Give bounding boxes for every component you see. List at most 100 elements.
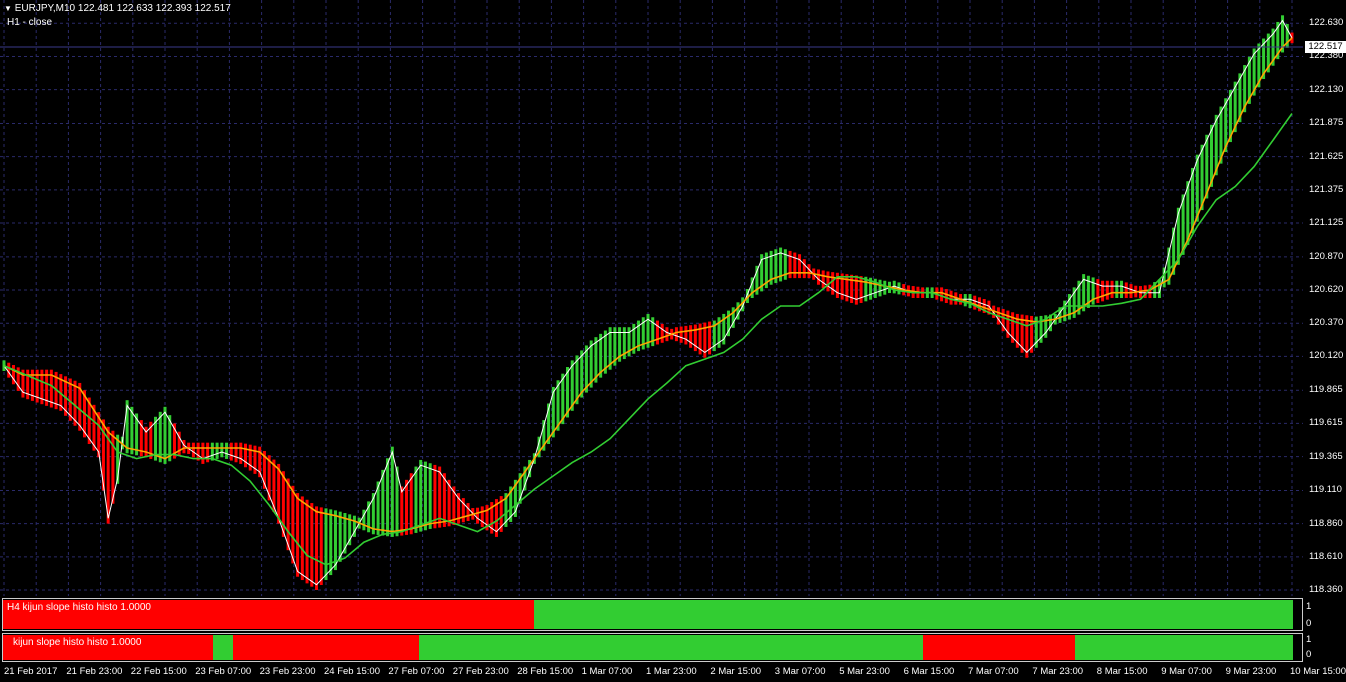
bear-bar [973, 295, 977, 310]
bear-bar [239, 442, 243, 464]
bear-bar [798, 254, 802, 279]
bear-bar [300, 496, 304, 581]
time-label: 23 Feb 07:00 [195, 666, 252, 677]
bull-bar [423, 461, 427, 531]
bear-bar [674, 327, 678, 342]
bull-bar [1120, 280, 1124, 299]
time-label: 23 Feb 23:00 [259, 666, 316, 677]
price-label: 121.375 [1309, 183, 1344, 195]
bull-bar [381, 469, 385, 536]
price-label: 121.625 [1309, 150, 1344, 162]
bear-bar [944, 289, 948, 303]
bear-bar [1124, 282, 1128, 299]
price-label: 120.370 [1309, 317, 1344, 329]
sub2-scale-bottom: 0 [1306, 649, 1312, 660]
triangle-down-icon[interactable]: ▼ [4, 4, 12, 13]
bull-bar [414, 466, 418, 533]
time-label: 10 Mar 15:00 [1290, 666, 1346, 677]
bear-bar [821, 270, 825, 289]
price-label: 122.630 [1309, 17, 1344, 29]
h4-kijun-histo-label: H4 kijun slope histo histo 1.0000 [7, 602, 151, 613]
bear-bar [405, 479, 408, 535]
bull-bar [1195, 154, 1199, 222]
bear-bar [315, 506, 319, 590]
bull-bar [968, 294, 972, 308]
bull-bar [329, 509, 333, 576]
symbol-info: EURJPY,M10 122.481 122.633 122.393 122.5… [14, 3, 231, 14]
price-chart-canvas[interactable] [0, 0, 1303, 596]
bull-bar [386, 458, 390, 537]
bull-bar [878, 279, 882, 297]
bear-bar [826, 271, 830, 292]
sub1-scale-top: 1 [1306, 601, 1312, 612]
current-price-badge: 122.517 [1305, 41, 1346, 53]
time-label: 3 Mar 07:00 [774, 666, 826, 677]
sub1-scale-bottom: 0 [1306, 618, 1312, 629]
time-label: 24 Feb 15:00 [324, 666, 380, 677]
price-label: 118.860 [1309, 517, 1343, 529]
bear-bar [1110, 280, 1114, 299]
bear-bar [466, 503, 470, 521]
bull-bar [428, 463, 432, 529]
price-label: 118.610 [1309, 550, 1343, 562]
price-label: 122.130 [1309, 83, 1344, 95]
bear-bar [679, 326, 683, 343]
bull-segment [213, 635, 233, 660]
price-label: 119.110 [1309, 484, 1342, 496]
bull-segment [534, 600, 1293, 629]
time-label: 22 Feb 15:00 [130, 666, 187, 677]
h4-kijun-histo-panel[interactable]: H4 kijun slope histo histo 1.0000 [2, 598, 1303, 631]
bear-bar [859, 276, 863, 303]
bear-bar [850, 274, 854, 303]
bear-bar [1105, 280, 1109, 300]
kijun-histo-panel[interactable]: kijun slope histo histo 1.0000 [2, 633, 1303, 662]
bear-segment [922, 635, 1075, 660]
bear-bar [291, 485, 295, 564]
bear-bar [940, 287, 944, 302]
bear-bar [229, 442, 233, 461]
bull-bar [324, 508, 328, 581]
bear-bar [1129, 284, 1133, 299]
price-chart-panel[interactable]: ▼ EURJPY,M10 122.481 122.633 122.393 122… [0, 0, 1303, 596]
bear-bar [248, 444, 252, 471]
bear-bar [802, 259, 806, 279]
bear-bar [201, 442, 205, 464]
indicator-title: H1 - close [7, 17, 53, 28]
bull-bar [225, 442, 229, 459]
bear-bar [831, 272, 835, 295]
symbol-header[interactable]: ▼ EURJPY,M10 122.481 122.633 122.393 122… [4, 3, 231, 15]
bear-bar [845, 274, 849, 302]
bear-bar [409, 473, 413, 535]
bear-bar [816, 269, 820, 285]
bear-bar [11, 365, 15, 385]
bear-bar [305, 499, 309, 584]
time-label: 28 Feb 15:00 [517, 666, 574, 677]
sub2-scale-top: 1 [1306, 634, 1312, 645]
price-label: 119.865 [1309, 384, 1343, 396]
bear-bar [400, 486, 404, 536]
bull-bar [419, 459, 423, 532]
bull-bar [883, 280, 887, 295]
bear-bar [244, 443, 247, 468]
price-label: 119.615 [1309, 417, 1343, 429]
time-label: 21 Feb 2017 [4, 666, 58, 677]
time-label: 7 Mar 23:00 [1032, 666, 1084, 677]
bear-bar [793, 252, 797, 279]
bull-bar [390, 446, 394, 537]
kijun-histo-label: kijun slope histo histo 1.0000 [13, 637, 142, 648]
time-axis[interactable]: 21 Feb 2017 21 Feb 23:00 22 Feb 15:00 23 Fe… [0, 662, 1346, 682]
time-label: 27 Feb 07:00 [388, 666, 445, 677]
time-label: 9 Mar 07:00 [1161, 666, 1212, 677]
time-label: 5 Mar 23:00 [839, 666, 890, 677]
bear-bar [660, 323, 664, 343]
price-axis[interactable]: 122.630 122.380 122.130 121.875 121.625 121.3… [1303, 0, 1346, 596]
bear-bar [296, 493, 300, 577]
time-label: 27 Feb 23:00 [452, 666, 509, 677]
bear-bar [480, 506, 484, 527]
time-label: 7 Mar 07:00 [968, 666, 1019, 677]
time-label: 2 Mar 15:00 [710, 666, 762, 677]
bear-bar [476, 507, 480, 524]
price-label: 120.870 [1309, 250, 1344, 262]
bull-segment [1074, 635, 1293, 660]
bear-bar [234, 442, 238, 463]
